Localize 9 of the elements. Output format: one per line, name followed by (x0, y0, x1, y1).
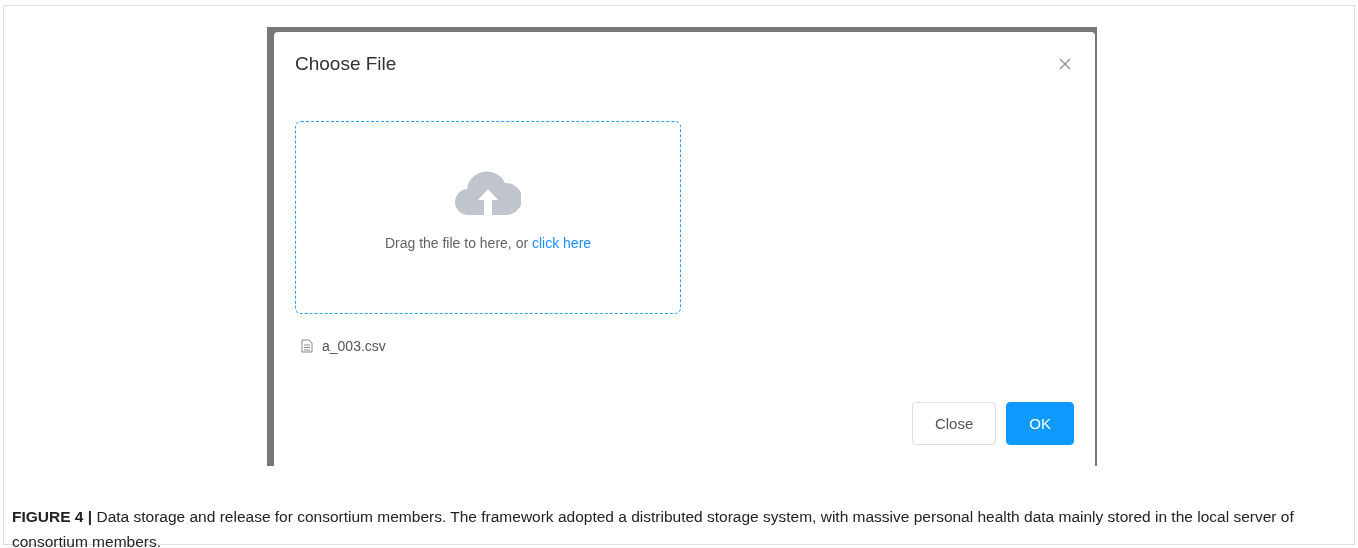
upload-hint: Drag the file to here, or (384, 235, 529, 251)
close-button[interactable]: Close (911, 402, 997, 445)
close-icon[interactable] (1059, 58, 1071, 70)
figure-caption: FIGURE 4 | Data storage and release for consortium members. The framework adopted a distributed storage system, with massive personal health data mainly stored in the local server of consortium members. (12, 507, 1295, 548)
document-icon (301, 339, 313, 353)
dialog-title: Choose File (295, 53, 397, 75)
upload-drop-zone[interactable]: Drag the file to here, or click here (295, 121, 681, 314)
file-name[interactable]: a_003.csv (322, 338, 386, 354)
click-here-link[interactable]: click here (531, 235, 592, 251)
